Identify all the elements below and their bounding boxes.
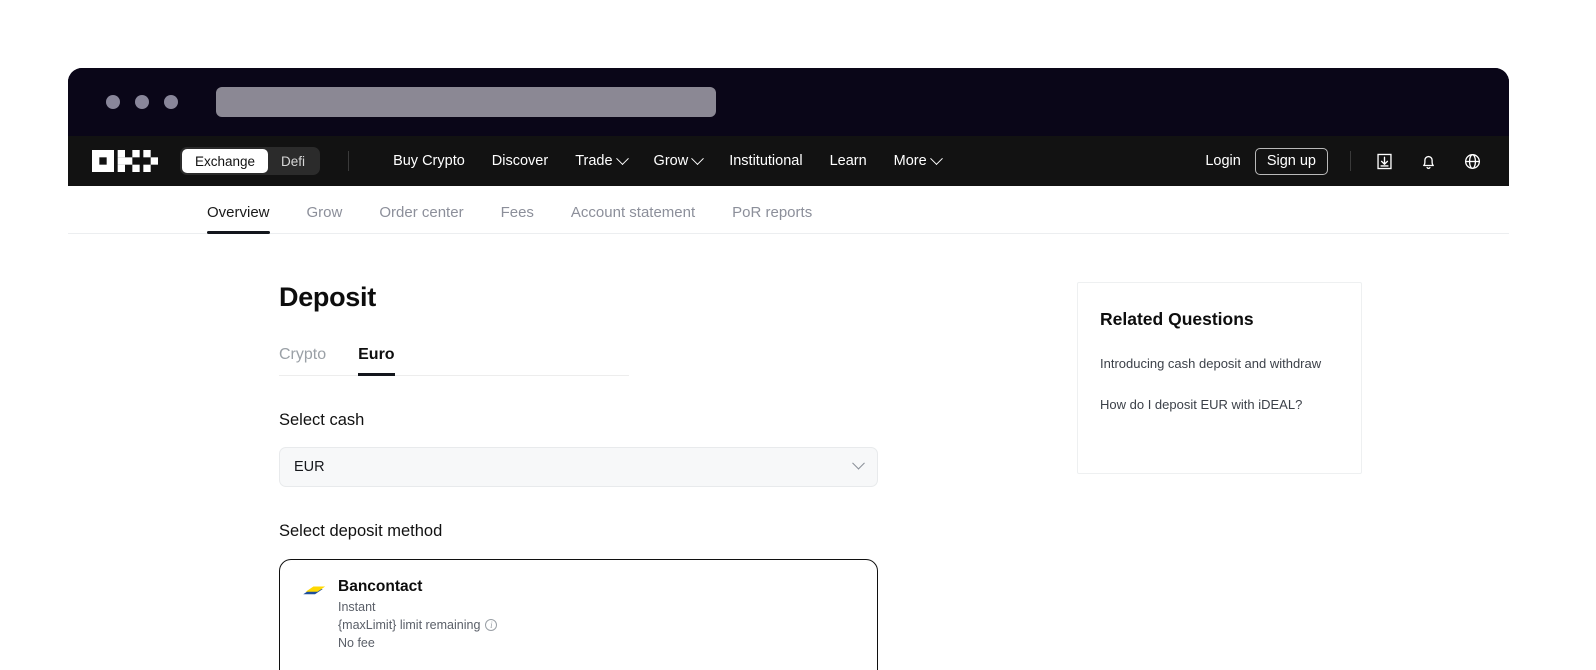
select-cash-value: EUR <box>294 459 325 475</box>
subtab-fees[interactable]: Fees <box>501 204 534 233</box>
nav-item-trade[interactable]: Trade <box>575 151 629 169</box>
nav-item-grow[interactable]: Grow <box>653 151 705 169</box>
browser-window: Exchange Defi Buy Crypto Discover Trade … <box>68 68 1509 670</box>
subtab-por-reports[interactable]: PoR reports <box>732 204 812 233</box>
browser-titlebar <box>68 68 1509 136</box>
bell-icon[interactable] <box>1417 150 1439 172</box>
method-limit: {maxLimit} limit remaining i <box>338 618 498 632</box>
info-icon[interactable]: i <box>485 619 498 631</box>
method-name: Bancontact <box>338 578 423 595</box>
nav-item-institutional[interactable]: Institutional <box>729 153 802 169</box>
traffic-light-maximize-icon[interactable] <box>164 95 178 109</box>
subtab-overview[interactable]: Overview <box>207 204 270 234</box>
select-method-label: Select deposit method <box>279 522 443 540</box>
signup-button[interactable]: Sign up <box>1254 147 1328 175</box>
login-link[interactable]: Login <box>1205 153 1240 169</box>
primary-nav-list: Buy Crypto Discover Trade Grow Instituti… <box>393 151 943 169</box>
okx-logo[interactable] <box>92 150 158 172</box>
related-question-link[interactable]: Introducing cash deposit and withdraw <box>1100 356 1339 373</box>
tab-crypto[interactable]: Crypto <box>279 346 326 375</box>
related-questions-title: Related Questions <box>1100 309 1254 329</box>
subtab-grow[interactable]: Grow <box>307 204 343 233</box>
deposit-main-column: Deposit Crypto Euro Select cash EUR Sele… <box>279 282 949 670</box>
nav-item-buy-crypto[interactable]: Buy Crypto <box>393 153 465 169</box>
deposit-method-card-bancontact[interactable]: Bancontact Instant {maxLimit} limit rema… <box>279 559 878 670</box>
chevron-down-icon <box>852 456 865 470</box>
chevron-down-icon <box>929 151 943 165</box>
method-limit-value: {maxLimit} limit remaining <box>338 618 481 632</box>
related-question-link[interactable]: How do I deposit EUR with iDEAL? <box>1100 397 1339 414</box>
nav-right-actions: Login Sign up <box>1205 147 1483 175</box>
account-subnav: Overview Grow Order center Fees Account … <box>68 186 1509 234</box>
nav-item-label: Trade <box>575 153 613 169</box>
related-questions-panel: Related Questions Introducing cash depos… <box>1077 282 1362 474</box>
nav-item-label: More <box>893 153 927 169</box>
page-body: Overview Grow Order center Fees Account … <box>68 186 1509 670</box>
nav-item-label: Discover <box>491 153 549 169</box>
nav-item-learn[interactable]: Learn <box>830 153 867 169</box>
mode-toggle-defi[interactable]: Defi <box>268 149 318 173</box>
nav-item-more[interactable]: More <box>893 151 943 169</box>
subtab-order-center[interactable]: Order center <box>379 204 463 233</box>
mode-toggle[interactable]: Exchange Defi <box>180 147 321 175</box>
mode-toggle-exchange[interactable]: Exchange <box>182 149 269 173</box>
select-cash-label: Select cash <box>279 411 365 429</box>
method-fee: No fee <box>338 636 497 650</box>
nav-right-divider <box>1350 151 1351 171</box>
deposit-asset-tabs: Crypto Euro <box>279 346 629 376</box>
chevron-down-icon <box>615 151 629 165</box>
nav-item-label: Buy Crypto <box>393 153 465 169</box>
subtab-account-statement[interactable]: Account statement <box>571 204 695 233</box>
tab-euro[interactable]: Euro <box>358 346 396 376</box>
okx-main-nav: Exchange Defi Buy Crypto Discover Trade … <box>68 136 1509 186</box>
page-title: Deposit <box>279 282 376 312</box>
globe-icon[interactable] <box>1461 150 1483 172</box>
select-cash-dropdown[interactable]: EUR <box>279 447 878 487</box>
content-area: Deposit Crypto Euro Select cash EUR Sele… <box>68 234 1509 670</box>
method-speed: Instant <box>338 600 497 614</box>
nav-divider <box>348 151 350 171</box>
nav-item-discover[interactable]: Discover <box>492 153 548 169</box>
method-card-text: Bancontact Instant {maxLimit} limit rema… <box>338 578 498 670</box>
traffic-light-minimize-icon[interactable] <box>135 95 149 109</box>
nav-item-label: Institutional <box>729 153 803 169</box>
chevron-down-icon <box>691 151 705 165</box>
traffic-light-close-icon[interactable] <box>106 95 120 109</box>
download-icon[interactable] <box>1373 150 1395 172</box>
nav-item-label: Learn <box>829 153 867 169</box>
method-fee-value: No fee <box>338 636 375 650</box>
method-speed-value: Instant <box>338 600 376 614</box>
bancontact-logo-icon <box>303 586 326 595</box>
address-bar[interactable] <box>216 87 716 117</box>
nav-item-label: Grow <box>653 153 689 169</box>
